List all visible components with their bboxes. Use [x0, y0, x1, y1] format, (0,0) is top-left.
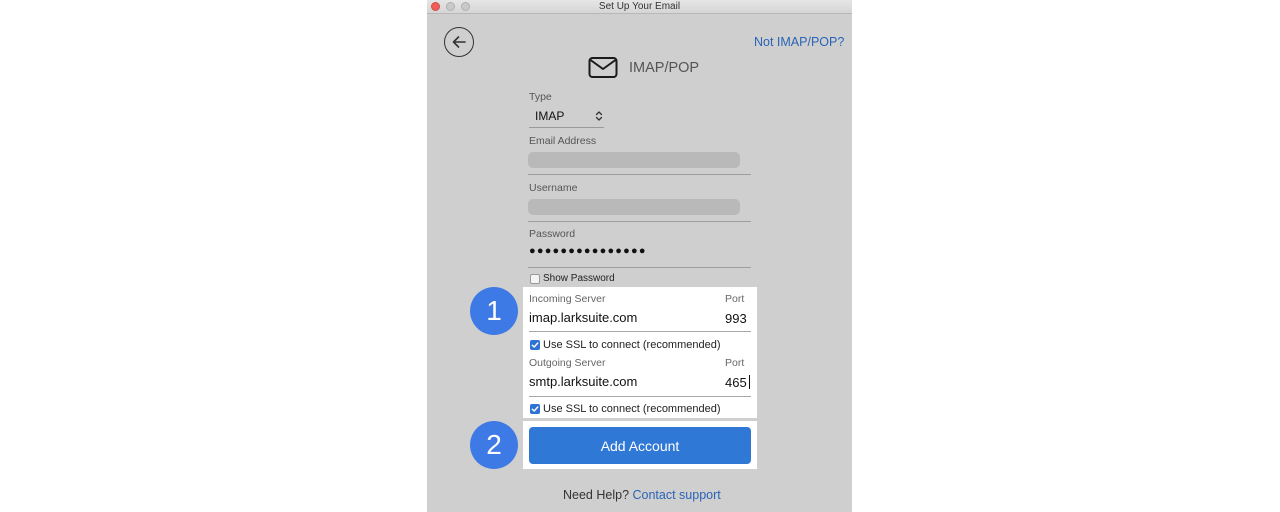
password-field[interactable]: ●●●●●●●●●●●●●●● — [529, 245, 647, 257]
outgoing-port-label: Port — [725, 357, 745, 369]
checkbox-checked-icon — [530, 340, 540, 350]
outgoing-server-input[interactable]: smtp.larksuite.com — [529, 374, 637, 389]
need-help-text: Need Help? — [563, 488, 630, 502]
username-redacted-value — [528, 199, 740, 215]
checkbox-unchecked-icon — [530, 273, 540, 284]
incoming-server-input[interactable]: imap.larksuite.com — [529, 310, 637, 325]
username-field-underline — [528, 221, 751, 222]
step-1-badge: 1 — [470, 287, 518, 335]
outgoing-ssl-label: Use SSL to connect (recommended) — [543, 403, 721, 415]
contact-support-link[interactable]: Contact support — [633, 488, 721, 502]
up-down-chevron-icon — [595, 111, 603, 121]
server-settings-panel: Incoming Server Port imap.larksuite.com … — [523, 287, 757, 418]
outgoing-server-underline — [529, 396, 751, 397]
show-password-label: Show Password — [543, 273, 615, 284]
outgoing-server-label: Outgoing Server — [529, 357, 606, 369]
email-address-label: Email Address — [529, 135, 597, 147]
type-label: Type — [529, 91, 552, 103]
show-password-checkbox[interactable]: Show Password — [530, 273, 615, 284]
password-label: Password — [529, 228, 576, 240]
add-account-panel: Add Account — [523, 421, 757, 469]
incoming-server-label: Incoming Server — [529, 293, 606, 305]
help-footer: Need Help? Contact support — [563, 488, 721, 502]
title-bar: Set Up Your Email — [427, 0, 852, 14]
incoming-port-label: Port — [725, 293, 745, 305]
email-redacted-value — [528, 152, 740, 168]
email-field-underline — [528, 174, 751, 175]
incoming-server-underline — [529, 331, 751, 332]
text-cursor — [749, 375, 750, 389]
outgoing-port-input[interactable]: 465 — [725, 375, 747, 390]
password-field-underline — [528, 267, 751, 268]
incoming-ssl-label: Use SSL to connect (recommended) — [543, 339, 721, 351]
not-imap-pop-link[interactable]: Not IMAP/POP? — [754, 35, 844, 49]
type-select[interactable]: IMAP — [529, 104, 604, 128]
back-button[interactable] — [444, 27, 474, 57]
step-2-badge: 2 — [470, 421, 518, 469]
add-account-button[interactable]: Add Account — [529, 427, 751, 464]
incoming-port-input[interactable]: 993 — [725, 311, 747, 326]
checkbox-checked-icon — [530, 404, 540, 414]
username-label: Username — [529, 182, 578, 194]
outgoing-ssl-checkbox[interactable]: Use SSL to connect (recommended) — [530, 403, 721, 415]
envelope-icon — [588, 57, 618, 78]
window-title: Set Up Your Email — [598, 1, 681, 12]
arrow-left-icon — [452, 36, 466, 48]
type-select-value: IMAP — [535, 109, 565, 123]
incoming-ssl-checkbox[interactable]: Use SSL to connect (recommended) — [530, 339, 721, 351]
page-title: IMAP/POP — [629, 60, 700, 76]
